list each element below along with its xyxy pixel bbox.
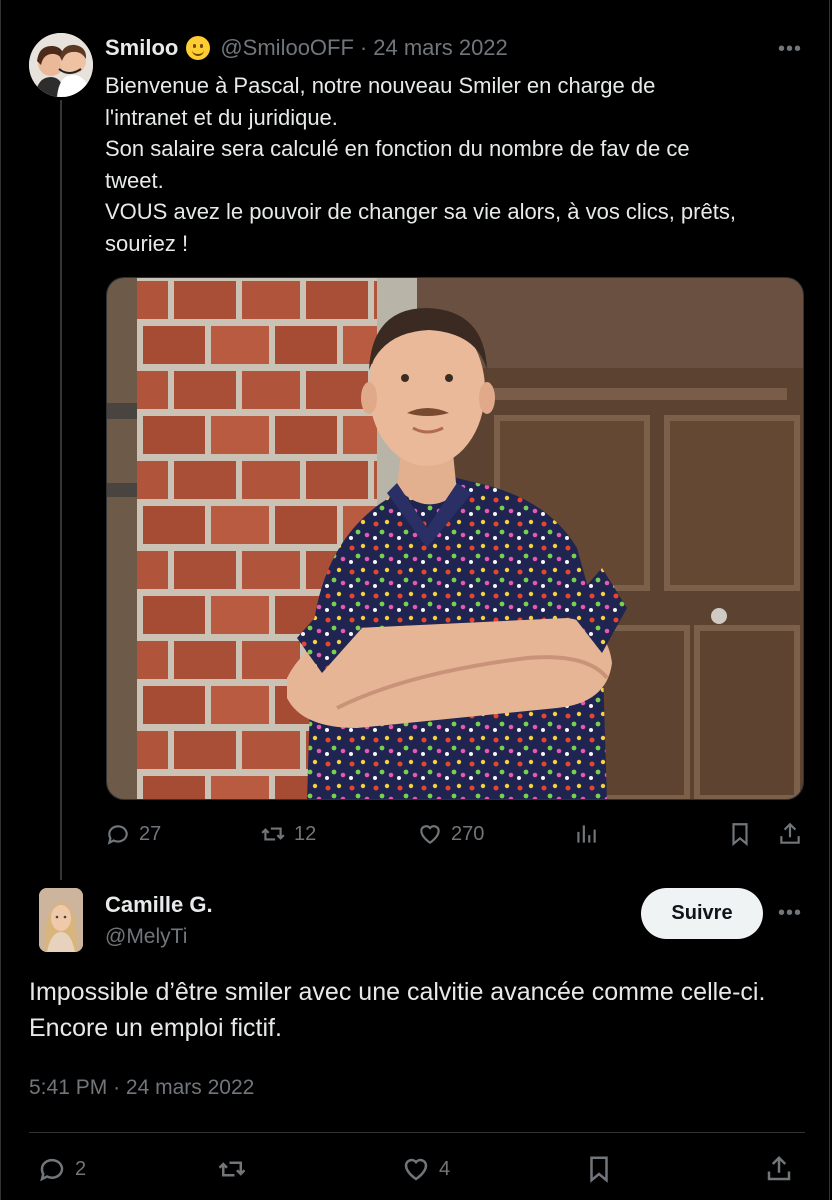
tweet-thread: Smiloo @SmilooOFF · 24 mars 2022 ••• Bie… [0, 0, 830, 1200]
author-name[interactable]: Smiloo [105, 35, 178, 61]
tweet-photo[interactable] [106, 277, 804, 800]
like-action[interactable]: 270 [417, 821, 484, 847]
tweet-text: Bienvenue à Pascal, notre nouveau Smiler… [105, 73, 736, 256]
views-action[interactable] [573, 821, 607, 847]
like-icon [404, 1158, 428, 1181]
tweet-date[interactable]: 24 mars 2022 [373, 35, 508, 61]
reply-action[interactable]: 27 [105, 821, 161, 847]
reply-icon [107, 825, 128, 845]
reply-reply-action[interactable]: 2 [37, 1154, 86, 1184]
retweet-icon [261, 827, 285, 841]
divider [29, 1132, 805, 1133]
retweet-count: 12 [294, 822, 317, 845]
reply-share-action[interactable] [764, 1154, 802, 1184]
reply-time: 5:41 PM [29, 1076, 108, 1099]
thread-connector [60, 100, 62, 880]
reply-reply-count: 2 [75, 1157, 87, 1180]
author-handle[interactable]: @SmilooOFF [220, 35, 354, 61]
bookmark-icon [590, 1156, 608, 1183]
more-icon[interactable]: ••• [778, 38, 802, 61]
reply-like-action[interactable]: 4 [401, 1154, 450, 1184]
share-icon [767, 1155, 791, 1181]
reply-timestamp[interactable]: 5:41 PM · 24 mars 2022 [29, 1076, 254, 1100]
reply-icon [40, 1158, 64, 1182]
like-count: 270 [451, 822, 485, 845]
bookmark-icon [732, 823, 748, 847]
share-action[interactable] [777, 821, 811, 847]
retweet-action[interactable]: 12 [260, 821, 316, 847]
share-icon [780, 822, 800, 844]
reply-date: 24 mars 2022 [125, 1076, 255, 1099]
reply-actions: 2 4 [29, 1152, 809, 1192]
header-separator: · [359, 35, 368, 60]
views-icon [577, 825, 596, 843]
reply-bookmark-action[interactable] [584, 1154, 622, 1184]
tweet-header: Smiloo @SmilooOFF · 24 mars 2022 [105, 35, 508, 61]
bookmark-action[interactable] [727, 821, 761, 847]
smiling-face-icon [186, 36, 211, 60]
reply-time-separator: · [113, 1076, 121, 1099]
reply-author-name[interactable]: Camille G. [105, 892, 213, 918]
reply-text: Impossible d’être smiler avec une calvit… [29, 978, 766, 1042]
follow-button[interactable]: Suivre [641, 888, 763, 939]
reply-author-handle[interactable]: @MelyTi [105, 925, 187, 949]
like-icon [420, 825, 440, 844]
camille-avatar[interactable] [39, 888, 83, 952]
reply-more-icon[interactable]: ••• [778, 902, 802, 925]
retweet-icon [218, 1161, 246, 1177]
tweet-actions: 27 12 270 [105, 818, 805, 858]
reply-count: 27 [139, 822, 162, 845]
smiloo-avatar[interactable] [29, 33, 93, 97]
reply-retweet-action[interactable] [217, 1154, 255, 1184]
reply-like-count: 4 [439, 1157, 451, 1180]
